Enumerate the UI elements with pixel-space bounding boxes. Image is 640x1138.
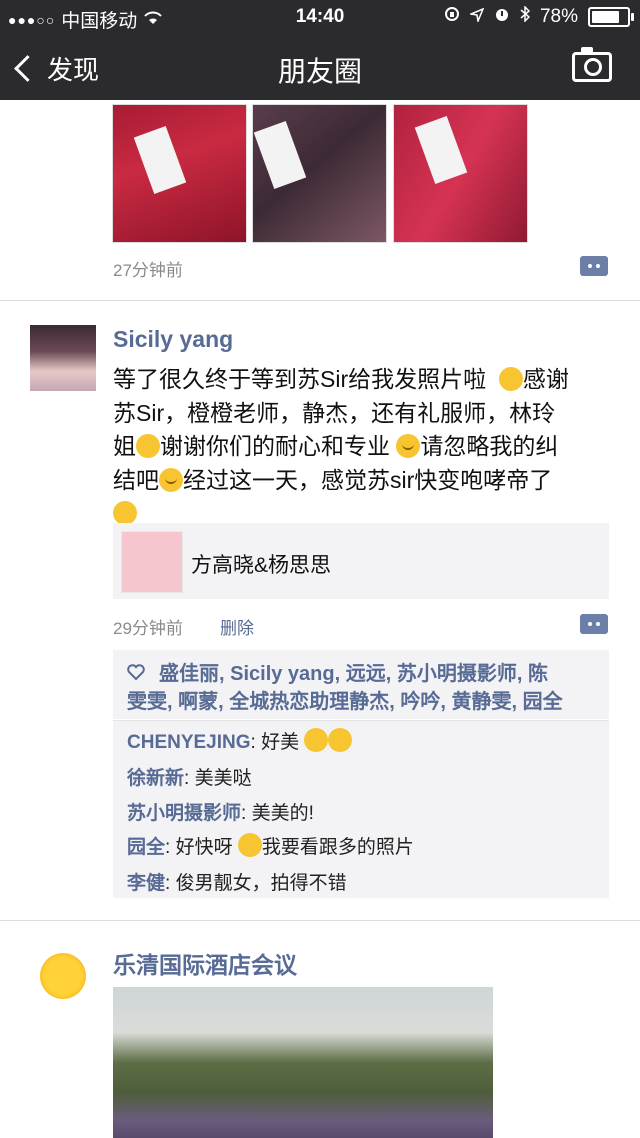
nav-bar: 发现 朋友圈 [0, 34, 640, 100]
crying-emoji-icon [136, 434, 160, 458]
avatar[interactable] [30, 325, 96, 391]
blush-emoji-icon [159, 467, 183, 492]
comment-item[interactable]: 李健: 俊男靓女，拍得不错 [127, 868, 347, 895]
page-title: 朋友圈 [277, 56, 362, 87]
wink-tongue-emoji-icon [113, 501, 137, 525]
comment-item[interactable]: 园全: 好快呀 我要看跟多的照片 [127, 832, 414, 859]
post-photo[interactable] [113, 987, 493, 1138]
battery-icon [588, 7, 634, 27]
battery-percent: 78% [539, 6, 578, 27]
alarm-icon [494, 6, 510, 28]
kiss-emoji-icon [304, 728, 329, 752]
likes-panel: 盛佳丽, Sicily yang, 远远, 苏小明摄影师, 陈 雯雯, 啊蒙, … [113, 650, 609, 719]
username[interactable]: Sicily yang [113, 326, 233, 353]
post-photo-2[interactable] [252, 104, 387, 243]
comment-item[interactable]: 苏小明摄影师: 美美的! [127, 798, 314, 825]
avatar[interactable] [30, 943, 96, 1009]
bluetooth-icon [520, 5, 531, 28]
status-bar: ●●●○○ 中国移动 14:40 78% [0, 0, 640, 34]
kiss-emoji-icon [328, 728, 353, 752]
post-time: 27分钟前 [113, 261, 183, 280]
divider [0, 300, 640, 301]
location-icon [468, 6, 485, 28]
camera-icon[interactable] [572, 47, 612, 82]
comment-item[interactable]: CHENYEJING: 好美 [127, 727, 353, 754]
post-photo-1[interactable] [112, 104, 247, 243]
lock-rotation-icon [444, 6, 460, 28]
comment-item[interactable]: 徐新新: 美美哒 [127, 763, 252, 790]
post-photo-3[interactable] [393, 104, 528, 243]
likes-list[interactable]: 盛佳丽, Sicily yang, 远远, 苏小明摄影师, 陈 [159, 663, 548, 685]
heart-eyes-emoji-icon [237, 833, 262, 857]
link-title: 方高晓&杨思思 [191, 554, 332, 577]
link-thumbnail [121, 531, 183, 593]
username[interactable]: 乐清国际酒店会议 [113, 946, 297, 980]
comment-icon[interactable] [580, 614, 608, 634]
sun-icon [40, 953, 86, 999]
comment-icon[interactable] [580, 256, 608, 276]
blush-emoji-icon [396, 434, 421, 458]
post-time: 29分钟前 [113, 619, 183, 638]
link-card[interactable]: 方高晓&杨思思 [113, 523, 609, 599]
thinking-emoji-icon [498, 367, 523, 391]
heart-icon [127, 660, 145, 688]
divider [0, 920, 640, 921]
delete-button[interactable]: 删除 [220, 614, 254, 639]
post-text: 等了很久终于等到苏Sir给我发照片啦 感谢 苏Sir，橙橙老师，静杰，还有礼服师… [113, 363, 603, 531]
likes-list[interactable]: 雯雯, 啊蒙, 全城热恋助理静杰, 吟吟, 黄静雯, 园全 [127, 691, 563, 713]
comments-panel: CHENYEJING: 好美 徐新新: 美美哒 苏小明摄影师: 美美的! 园全:… [113, 720, 609, 898]
